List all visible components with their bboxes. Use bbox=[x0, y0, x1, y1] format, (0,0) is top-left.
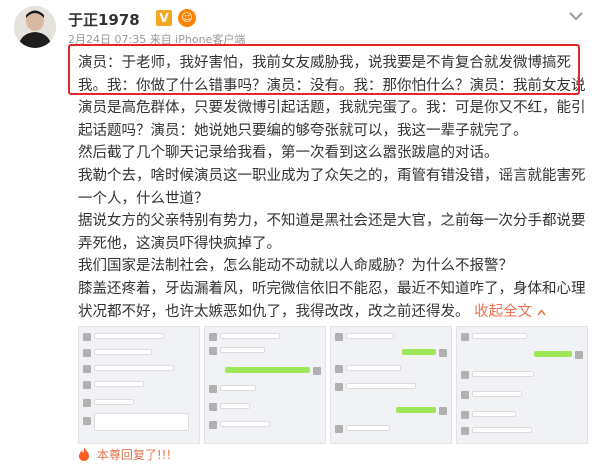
collapse-label: 收起全文 bbox=[474, 303, 533, 320]
post-text-line: 我。我：你做了什么错事吗？演员：没有。我：那你怕什么？演员：我前女友说 bbox=[78, 77, 586, 94]
chat-bubble bbox=[472, 427, 532, 433]
chat-avatar-icon bbox=[439, 407, 447, 415]
chat-bubble bbox=[220, 403, 250, 409]
chat-bubble bbox=[220, 333, 280, 339]
post-text: 演员：于老师，我好害怕，我前女友威胁我，说我要是不肯复合就发微博搞死 我。我：你… bbox=[78, 52, 588, 323]
verified-v-icon: V bbox=[156, 10, 172, 26]
chat-bubble bbox=[472, 333, 527, 339]
chat-bubble bbox=[346, 425, 390, 431]
member-crown-icon: ☺ bbox=[178, 9, 196, 27]
post-text-line: 状况都不好，也许太嫉恶如仇了，我得改改，改之前还得发。 收起全文 bbox=[78, 301, 588, 324]
chat-avatar-icon bbox=[575, 351, 583, 359]
chat-avatar-icon bbox=[209, 385, 217, 393]
chat-bubble bbox=[346, 333, 394, 339]
chat-bubble bbox=[472, 411, 516, 417]
reply-notice-label: 本尊回复了!!! bbox=[96, 448, 172, 462]
post-text-line: 演员是高危群体，只要发微博引起话题，我就完蛋了。我：可是你又不红，能引 bbox=[78, 100, 586, 117]
post-text-line: 演员：于老师，我好害怕，我前女友威胁我，说我要是不肯复合就发微博搞死 bbox=[78, 55, 571, 71]
chat-bubble bbox=[472, 391, 522, 397]
chat-avatar-icon bbox=[313, 367, 321, 375]
chat-screenshot-image[interactable] bbox=[204, 326, 326, 444]
collapse-full-text-link[interactable]: 收起全文 bbox=[474, 304, 546, 320]
chat-screenshot-image[interactable] bbox=[456, 326, 588, 444]
reply-notice[interactable]: 本尊回复了!!! bbox=[78, 446, 171, 464]
post-text-line: 起话题吗？演员：她说她只要编的够夸张就可以，我这一辈子就完了。 bbox=[78, 122, 528, 139]
chat-bubble bbox=[396, 407, 436, 413]
user-name[interactable]: 于正1978 bbox=[68, 9, 140, 30]
chat-avatar-icon bbox=[461, 411, 469, 419]
chat-bubble bbox=[220, 347, 265, 353]
chat-avatar-icon bbox=[83, 349, 91, 357]
chat-bubble bbox=[346, 383, 416, 389]
chat-bubble bbox=[402, 349, 436, 355]
post-text-line: 一个人，什么世道？ bbox=[78, 190, 209, 207]
post-header: 于正1978 V ☺ 2月24日 07:35 来自 iPhone客户端 bbox=[14, 6, 584, 48]
post-text-line: 膝盖还疼着，牙齿漏着风，听完微信依旧不能忍，最近不知道咋了，身体和心理 bbox=[78, 280, 586, 297]
chat-avatar-icon bbox=[209, 347, 217, 355]
chat-bubble bbox=[94, 413, 189, 431]
chat-bubble bbox=[94, 399, 134, 405]
chat-bubble bbox=[94, 333, 164, 339]
chevron-down-icon[interactable] bbox=[568, 10, 584, 22]
chat-avatar-icon bbox=[335, 425, 343, 433]
chat-bubble bbox=[94, 365, 174, 371]
fire-icon bbox=[79, 447, 89, 461]
chat-avatar-icon bbox=[461, 427, 469, 435]
post-text-line: 弄死他，这演员吓得快疯掉了。 bbox=[78, 235, 281, 252]
chat-avatar-icon bbox=[461, 371, 469, 379]
post-meta: 2月24日 07:35 来自 iPhone客户端 bbox=[68, 33, 246, 46]
chat-bubble bbox=[534, 351, 572, 357]
chat-bubble bbox=[94, 349, 152, 355]
chat-avatar-icon bbox=[209, 403, 217, 411]
chat-bubble bbox=[94, 381, 144, 387]
chat-avatar-icon bbox=[83, 381, 91, 389]
image-grid bbox=[78, 326, 588, 444]
avatar[interactable] bbox=[14, 6, 56, 48]
post-text-line: 然后截了几个聊天记录给我看，第一次看到这么嚣张跋扈的对话。 bbox=[78, 145, 499, 162]
post-text-line: 据说女方的父亲特别有势力，不知道是黑社会还是大官，之前每一次分手都说要 bbox=[78, 213, 586, 230]
chat-bubble bbox=[472, 371, 534, 377]
chat-avatar-icon bbox=[83, 365, 91, 373]
chat-avatar-icon bbox=[335, 333, 343, 341]
chat-avatar-icon bbox=[209, 421, 217, 429]
chat-avatar-icon bbox=[83, 399, 91, 407]
post-text-last: 状况都不好，也许太嫉恶如仇了，我得改改，改之前还得发。 bbox=[78, 303, 470, 320]
post-text-line: 我们国家是法制社会，怎么能动不动就以人命威胁？为什么不报警？ bbox=[78, 258, 513, 275]
chat-avatar-icon bbox=[83, 417, 91, 425]
chat-avatar-icon bbox=[83, 333, 91, 341]
chat-avatar-icon bbox=[335, 383, 343, 391]
chat-bubble bbox=[220, 421, 270, 427]
chat-avatar-icon bbox=[461, 333, 469, 341]
chat-screenshot-image[interactable] bbox=[78, 326, 200, 444]
chat-screenshot-image[interactable] bbox=[330, 326, 452, 444]
chat-avatar-icon bbox=[209, 333, 217, 341]
post-text-line: 我勒个去，啥时候演员这一职业成为了众矢之的，甭管有错没错，谣言就能害死 bbox=[78, 167, 586, 184]
chat-avatar-icon bbox=[461, 391, 469, 399]
chat-bubble bbox=[225, 367, 310, 373]
chat-bubble bbox=[220, 385, 256, 391]
chat-avatar-icon bbox=[439, 349, 447, 357]
chat-avatar-icon bbox=[335, 365, 343, 373]
chat-bubble bbox=[346, 365, 401, 371]
avatar-image bbox=[14, 6, 56, 48]
chevron-up-icon bbox=[537, 308, 546, 315]
